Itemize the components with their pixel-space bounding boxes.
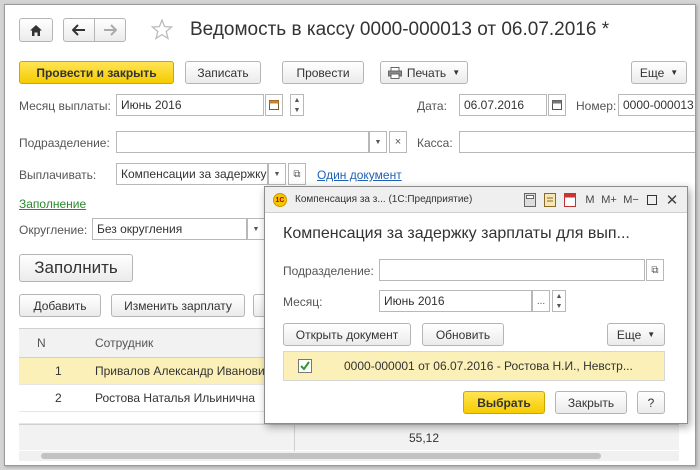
- pay-input[interactable]: Компенсации за задержку: [116, 163, 268, 185]
- print-button[interactable]: Печать ▼: [380, 61, 468, 84]
- dialog-month-input[interactable]: Июнь 2016: [379, 290, 532, 312]
- row-employee: Ростова Наталья Ильинична: [95, 391, 256, 405]
- document-list: 0000-000001 от 06.07.2016 - Ростова Н.И.…: [283, 351, 665, 381]
- notes-icon[interactable]: [543, 192, 557, 208]
- calendar-icon[interactable]: [563, 192, 577, 208]
- column-divider: [294, 425, 295, 451]
- more-label: Еще: [639, 65, 665, 80]
- dialog-department-label: Подразделение:: [283, 264, 374, 278]
- horizontal-scrollbar[interactable]: [19, 451, 679, 461]
- calculator-icon[interactable]: [523, 192, 537, 208]
- clear-icon: ×: [394, 136, 402, 148]
- dialog-month-spinner[interactable]: ▲ ▼: [552, 290, 566, 312]
- cash-label: Касса:: [417, 136, 453, 150]
- forward-button[interactable]: [94, 18, 126, 42]
- print-label: Печать: [406, 65, 447, 80]
- forward-arrow-icon: [104, 24, 117, 36]
- dropdown-arrow-icon: ▼: [647, 330, 656, 339]
- memory-button[interactable]: M: [583, 192, 597, 208]
- department-label: Подразделение:: [19, 136, 110, 150]
- ellipsis-icon: ...: [536, 295, 546, 307]
- window-restore-icon[interactable]: [645, 192, 659, 208]
- rounding-label: Округление:: [19, 223, 88, 237]
- dropdown-arrow-icon: ▼: [252, 225, 260, 233]
- dropdown-arrow-icon: ▼: [452, 68, 461, 77]
- fill-button[interactable]: Заполнить: [19, 254, 133, 282]
- open-document-button[interactable]: Открыть документ: [283, 323, 411, 346]
- date-label: Дата:: [417, 99, 447, 113]
- one-document-link[interactable]: Один документ: [317, 168, 402, 182]
- pay-label: Выплачивать:: [19, 168, 97, 182]
- dialog-department-open-button[interactable]: ⧉: [646, 259, 664, 281]
- row-employee: Привалов Александр Иванович: [95, 364, 271, 378]
- scrollbar-thumb[interactable]: [41, 453, 601, 459]
- calendar-icon: [552, 100, 562, 110]
- department-clear-button[interactable]: ×: [389, 131, 407, 153]
- date-calendar-button[interactable]: [548, 94, 566, 116]
- save-button[interactable]: Записать: [185, 61, 261, 84]
- back-button[interactable]: [63, 18, 95, 42]
- column-header-employee[interactable]: Сотрудник: [95, 329, 153, 357]
- dialog-window-title: Компенсация за з... (1С:Предприятие): [295, 194, 473, 205]
- dialog-more-label: Еще: [616, 327, 642, 342]
- list-item-label: 0000-000001 от 06.07.2016 - Ростова Н.И.…: [344, 359, 633, 373]
- home-button[interactable]: [19, 18, 53, 42]
- table-footer: 55,12: [19, 424, 679, 451]
- fill-settings-link[interactable]: Заполнение: [19, 197, 86, 211]
- dialog-department-input[interactable]: [379, 259, 645, 281]
- pay-dropdown-button[interactable]: ▼: [268, 163, 286, 185]
- add-row-button[interactable]: Добавить: [19, 294, 101, 317]
- dialog-titlebar[interactable]: 1C Компенсация за з... (1С:Предприятие) …: [265, 187, 687, 213]
- open-icon: ⧉: [293, 168, 301, 180]
- date-input[interactable]: 06.07.2016: [459, 94, 547, 116]
- department-dropdown-button[interactable]: ▼: [369, 131, 387, 153]
- change-salary-button[interactable]: Изменить зарплату: [111, 294, 245, 317]
- document-title: Ведомость в кассу 0000-000013 от 06.07.2…: [190, 19, 610, 40]
- rounding-input[interactable]: Без округления: [92, 218, 247, 240]
- dialog-close-button[interactable]: Закрыть: [555, 391, 627, 414]
- column-header-n[interactable]: N: [37, 329, 46, 357]
- dropdown-arrow-icon: ▼: [273, 170, 281, 178]
- memory-plus-button[interactable]: M+: [599, 192, 619, 208]
- open-icon: ⧉: [651, 264, 659, 276]
- refresh-button[interactable]: Обновить: [422, 323, 504, 346]
- favorite-star-icon[interactable]: [150, 18, 174, 43]
- memory-minus-button[interactable]: M−: [621, 192, 641, 208]
- month-input[interactable]: Июнь 2016: [116, 94, 264, 116]
- printer-icon: [387, 66, 402, 79]
- dialog-more-button[interactable]: Еще ▼: [607, 323, 665, 346]
- dialog-heading: Компенсация за задержку зарплаты для вып…: [283, 225, 630, 242]
- row-number: 1: [55, 364, 62, 378]
- dropdown-arrow-icon: ▼: [374, 138, 382, 146]
- back-arrow-icon: [72, 24, 85, 36]
- post-and-close-button[interactable]: Провести и закрыть: [19, 61, 174, 84]
- table-total: 55,12: [409, 431, 440, 445]
- month-label: Месяц выплаты:: [19, 99, 111, 113]
- home-icon: [30, 24, 42, 36]
- row-number: 2: [55, 391, 62, 405]
- cash-input[interactable]: [459, 131, 695, 153]
- dialog-month-label: Месяц:: [283, 295, 323, 309]
- calendar-icon: [269, 100, 279, 110]
- month-spinner[interactable]: ▲ ▼: [290, 94, 304, 116]
- select-button[interactable]: Выбрать: [463, 391, 545, 414]
- month-calendar-button[interactable]: [265, 94, 283, 116]
- pay-open-button[interactable]: ⧉: [288, 163, 306, 185]
- onec-logo-icon: 1C: [273, 193, 287, 207]
- dialog-month-select-button[interactable]: ...: [532, 290, 550, 312]
- rounding-dropdown-button[interactable]: ▼: [247, 218, 265, 240]
- close-icon[interactable]: ✕: [665, 192, 679, 209]
- help-button[interactable]: ?: [637, 391, 665, 414]
- selection-dialog: 1C Компенсация за з... (1С:Предприятие) …: [264, 186, 688, 424]
- number-label: Номер:: [576, 99, 617, 113]
- more-button[interactable]: Еще ▼: [631, 61, 687, 84]
- checkbox-icon[interactable]: [298, 359, 312, 373]
- number-input[interactable]: 0000-000013: [618, 94, 695, 116]
- department-input[interactable]: [116, 131, 369, 153]
- dropdown-arrow-icon: ▼: [670, 68, 679, 77]
- post-button[interactable]: Провести: [282, 61, 364, 84]
- list-item[interactable]: 0000-000001 от 06.07.2016 - Ростова Н.И.…: [284, 352, 664, 380]
